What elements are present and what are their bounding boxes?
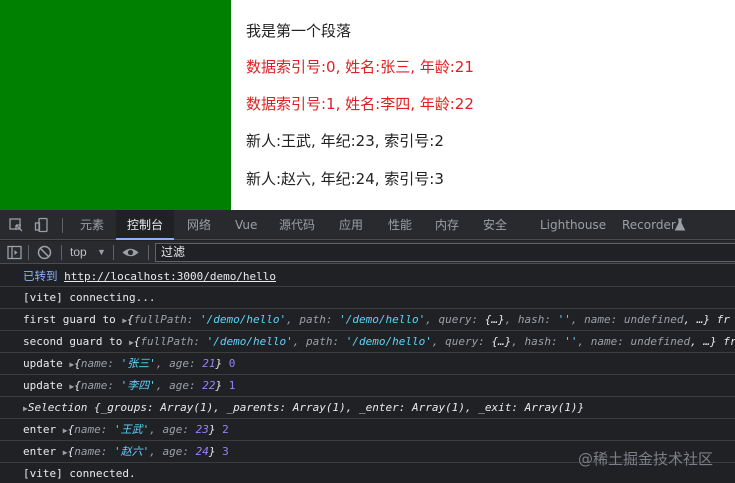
console-line-enter-2: enter ▶{name: '王武', age: 23} 2 — [0, 419, 735, 441]
update-index-0: 0 — [228, 357, 236, 370]
paragraph-4: 新人:王武, 年纪:23, 索引号:2 — [246, 132, 444, 150]
update-object-0[interactable]: {name: '张三', age: 21} — [74, 357, 222, 370]
tab-lighthouse[interactable]: Lighthouse — [540, 210, 606, 240]
toolbar-separator-4 — [148, 245, 149, 260]
toolbar-separator-3 — [113, 245, 114, 260]
update-index-1: 1 — [228, 379, 236, 392]
tab-performance[interactable]: 性能 — [388, 210, 412, 240]
console-toolbar: top ▼ 过滤 — [0, 241, 735, 264]
paragraph-3: 数据索引号:1, 姓名:李四, 年龄:22 — [246, 95, 474, 113]
nav-prefix: 已转到 — [23, 269, 58, 283]
devtools-panel: 元素 控制台 网络 Vue 源代码 应用 性能 内存 安全 Lighthouse… — [0, 210, 735, 483]
enter-label: enter — [23, 423, 57, 436]
paragraph-1: 我是第一个段落 — [246, 22, 352, 40]
connected-text: [vite] connected. — [23, 467, 136, 480]
selection-object[interactable]: Selection {_groups: Array(1), _parents: … — [28, 401, 584, 414]
tab-console[interactable]: 控制台 — [116, 210, 175, 240]
eye-icon[interactable] — [121, 244, 140, 261]
device-toggle-icon[interactable] — [34, 217, 50, 233]
console-line-selection: ▶Selection {_groups: Array(1), _parents:… — [0, 397, 735, 419]
update-label: update — [23, 357, 63, 370]
chevron-down-icon[interactable]: ▼ — [97, 241, 106, 264]
sidebar-icon[interactable] — [6, 244, 23, 261]
tab-recorder[interactable]: Recorder — [622, 210, 676, 240]
console-line-first-guard: first guard to ▶{fullPath: '/demo/hello'… — [0, 309, 735, 331]
watermark: @稀土掘金技术社区 — [578, 450, 714, 468]
console-line-connecting: [vite] connecting... — [0, 287, 735, 309]
enter-label: enter — [23, 445, 57, 458]
tab-sources[interactable]: 源代码 — [279, 210, 315, 240]
guard2-object[interactable]: {fullPath: '/demo/hello', path: '/demo/h… — [134, 335, 735, 348]
tab-application[interactable]: 应用 — [339, 210, 363, 240]
clear-console-icon[interactable] — [36, 244, 53, 261]
guard1-label: first guard to — [23, 313, 116, 326]
tab-network[interactable]: 网络 — [187, 210, 211, 240]
nav-url-link[interactable]: http://localhost:3000/demo/hello — [64, 270, 276, 283]
inspect-icon[interactable] — [8, 217, 24, 233]
green-box — [0, 0, 231, 210]
enter-index-2: 2 — [222, 423, 229, 436]
guard1-object[interactable]: {fullPath: '/demo/hello', path: '/demo/h… — [127, 313, 730, 326]
filter-input[interactable]: 过滤 — [155, 243, 735, 262]
paragraph-5: 新人:赵六, 年纪:24, 索引号:3 — [246, 170, 444, 188]
enter-index-3: 3 — [222, 445, 229, 458]
tab-vue[interactable]: Vue — [235, 210, 257, 240]
update-object-1[interactable]: {name: '李四', age: 22} — [74, 379, 222, 392]
update-label: update — [23, 379, 63, 392]
context-selector[interactable]: top — [70, 241, 87, 264]
connecting-text: [vite] connecting... — [23, 291, 156, 304]
filter-placeholder: 过滤 — [161, 245, 186, 259]
tab-security[interactable]: 安全 — [483, 210, 507, 240]
tab-memory[interactable]: 内存 — [435, 210, 459, 240]
tab-elements[interactable]: 元素 — [80, 210, 104, 240]
enter-object-3[interactable]: {name: '赵六', age: 24} — [68, 445, 216, 458]
devtools-tabbar: 元素 控制台 网络 Vue 源代码 应用 性能 内存 安全 Lighthouse… — [0, 210, 735, 240]
toolbar-separator-2 — [61, 245, 62, 260]
console-line-update-0: update ▶{name: '张三', age: 21} 0 — [0, 353, 735, 375]
console-line-navigation: 已转到 http://localhost:3000/demo/hello — [0, 265, 735, 287]
paragraph-2: 数据索引号:0, 姓名:张三, 年龄:21 — [246, 58, 474, 76]
recorder-flask-icon — [674, 218, 686, 232]
enter-object-2[interactable]: {name: '王武', age: 23} — [68, 423, 216, 436]
guard2-label: second guard to — [23, 335, 123, 348]
page-viewport: 我是第一个段落 数据索引号:0, 姓名:张三, 年龄:21 数据索引号:1, 姓… — [0, 0, 735, 210]
console-line-second-guard: second guard to ▶{fullPath: '/demo/hello… — [0, 331, 735, 353]
console-line-update-1: update ▶{name: '李四', age: 22} 1 — [0, 375, 735, 397]
toolbar-separator-1 — [28, 245, 29, 260]
tabbar-separator — [62, 218, 63, 233]
